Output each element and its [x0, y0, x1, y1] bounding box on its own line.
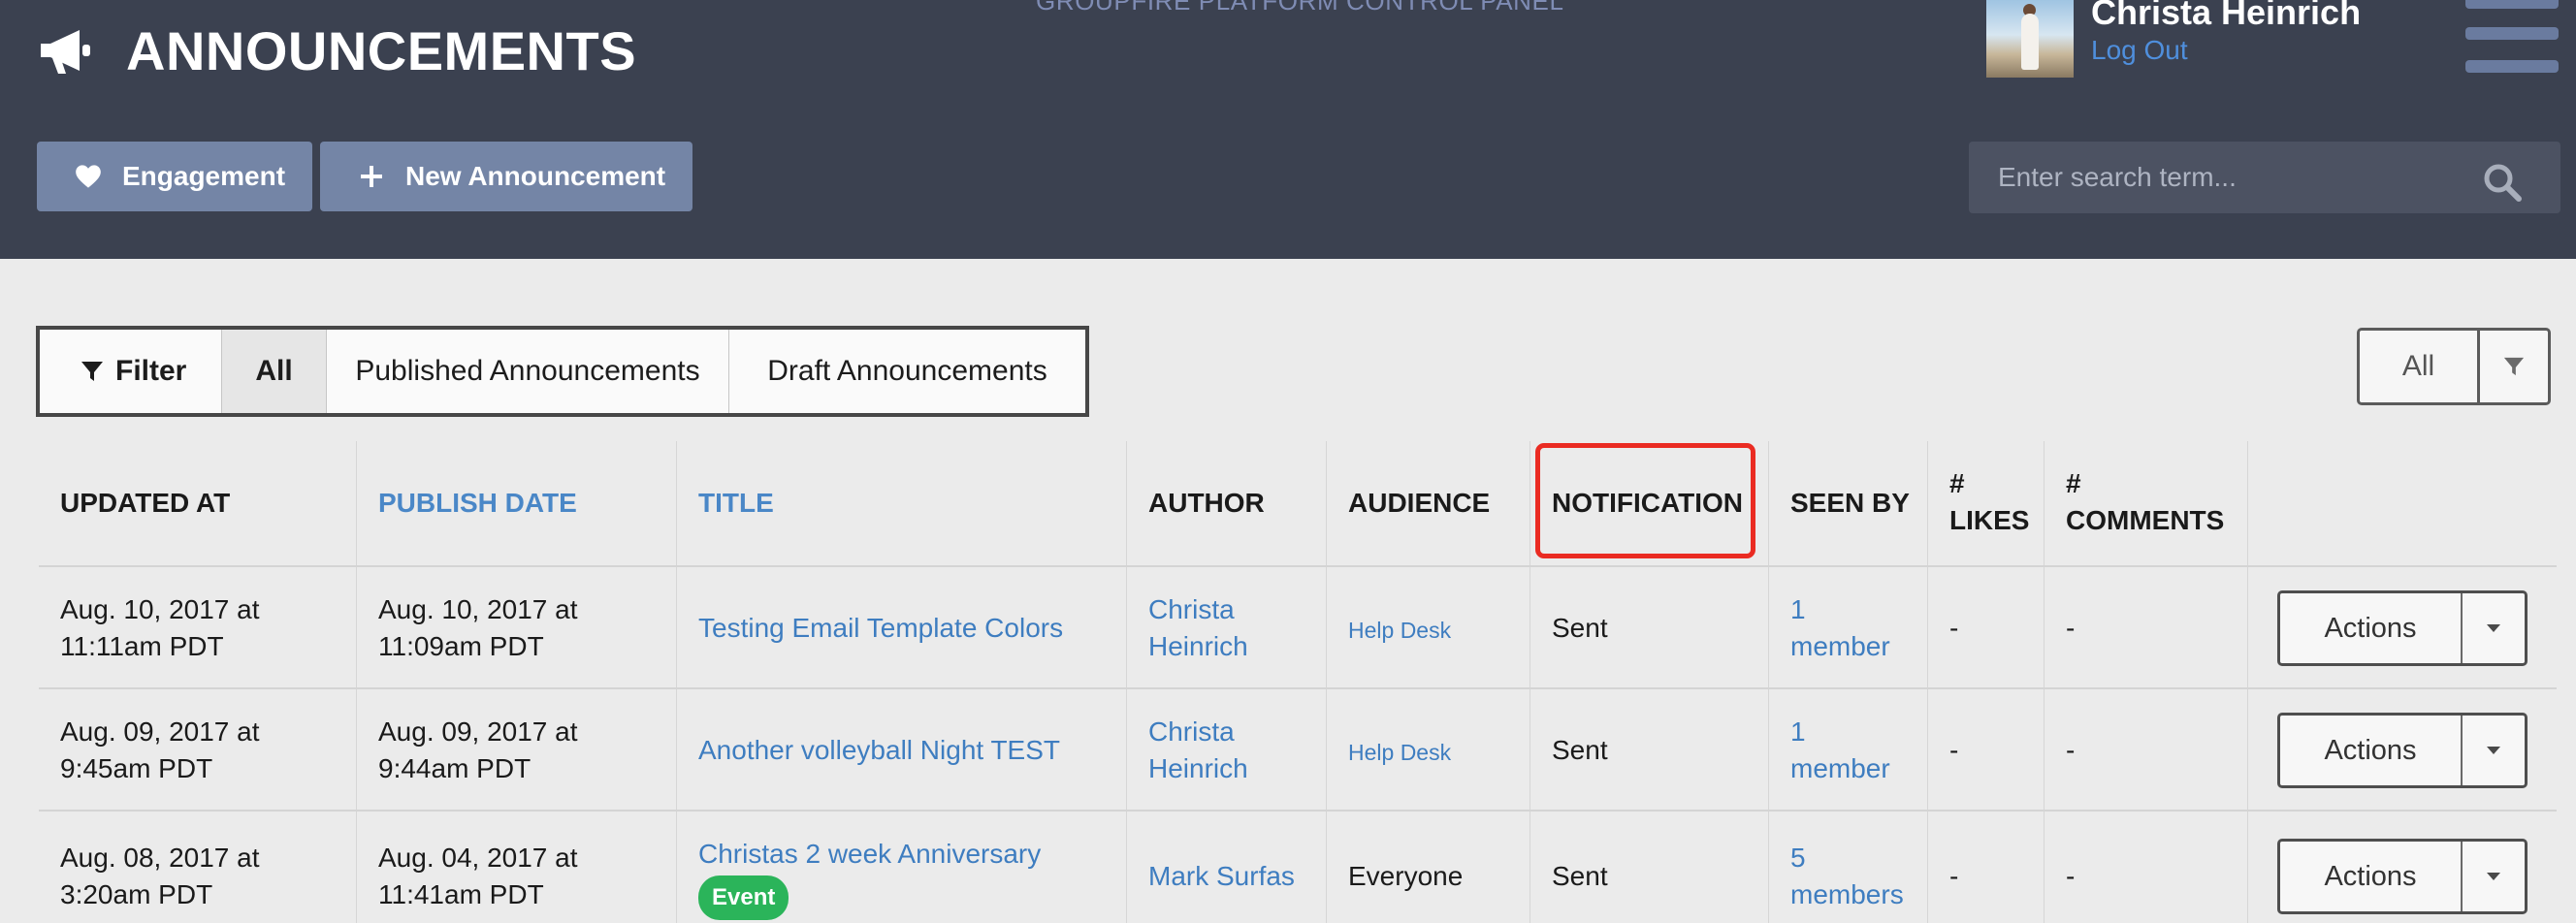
author-link-line2[interactable]: Heinrich — [1148, 628, 1248, 665]
user-name: Christa Heinrich — [2091, 0, 2362, 32]
column-header-publish-date[interactable]: PUBLISH DATE — [378, 485, 577, 522]
column-header-seen-by: SEEN BY — [1790, 488, 1910, 518]
column-header-comments-hash: # — [2066, 468, 2081, 498]
likes-count: - — [1949, 613, 1959, 643]
seen-by-unit[interactable]: members — [1790, 876, 1904, 913]
heart-icon — [74, 162, 103, 191]
audience-link[interactable]: Help Desk — [1348, 612, 1451, 649]
publish-date-line1: Aug. 09, 2017 at — [378, 716, 578, 747]
actions-dropdown: Actions — [2277, 713, 2528, 788]
caret-down-icon — [2487, 624, 2500, 632]
column-header-likes-hash: # — [1949, 468, 1965, 498]
engagement-button-label: Engagement — [122, 161, 286, 191]
filter-tab-draft[interactable]: Draft Announcements — [729, 330, 1085, 413]
caret-down-icon — [2487, 873, 2500, 880]
announcement-title-link[interactable]: Christas 2 week Anniversary — [698, 836, 1041, 873]
avatar[interactable] — [1986, 0, 2074, 78]
platform-label: GROUPFIRE PLATFORM CONTROL PANEL — [1036, 0, 1564, 16]
actions-caret-button[interactable] — [2463, 842, 2525, 911]
publish-date-line2: 9:44am PDT — [378, 753, 531, 783]
notification-status: Sent — [1552, 735, 1608, 765]
seen-by-count[interactable]: 5 — [1790, 840, 1806, 876]
search-icon[interactable] — [2483, 163, 2522, 202]
table-row: Aug. 08, 2017 at 3:20am PDT Aug. 04, 201… — [39, 812, 2557, 923]
filter-label: Filter — [115, 355, 187, 387]
event-badge: Event — [698, 875, 789, 920]
engagement-button[interactable]: Engagement — [37, 142, 312, 211]
column-filter-dropdown: All — [2357, 328, 2551, 405]
author-link[interactable]: Christa — [1148, 591, 1235, 628]
new-announcement-button[interactable]: New Announcement — [320, 142, 692, 211]
updated-at-line1: Aug. 10, 2017 at — [60, 594, 260, 624]
likes-count: - — [1949, 735, 1959, 765]
author-link[interactable]: Mark Surfas — [1148, 858, 1295, 895]
publish-date-line1: Aug. 10, 2017 at — [378, 594, 578, 624]
header-bar: ANNOUNCEMENTS GROUPFIRE PLATFORM CONTROL… — [0, 0, 2576, 259]
publish-date-line1: Aug. 04, 2017 at — [378, 843, 578, 873]
publish-date-line2: 11:09am PDT — [378, 631, 544, 661]
updated-at-line2: 9:45am PDT — [60, 753, 213, 783]
column-header-likes: LIKES — [1949, 505, 2030, 535]
filter-bar: Filter All Published Announcements Draft… — [36, 326, 1089, 417]
audience-text: Everyone — [1348, 861, 1464, 891]
column-header-updated-at: UPDATED AT — [60, 488, 231, 518]
caret-down-icon — [2487, 747, 2500, 754]
seen-by-count[interactable]: 1 — [1790, 591, 1806, 628]
updated-at-line1: Aug. 08, 2017 at — [60, 843, 260, 873]
actions-button[interactable]: Actions — [2280, 716, 2463, 785]
page-title-text: ANNOUNCEMENTS — [126, 20, 637, 81]
notification-status: Sent — [1552, 861, 1608, 891]
page-title: ANNOUNCEMENTS — [37, 19, 636, 82]
likes-count: - — [1949, 861, 1959, 891]
updated-at-line1: Aug. 09, 2017 at — [60, 716, 260, 747]
column-header-audience: AUDIENCE — [1348, 488, 1491, 518]
column-filter-button[interactable] — [2480, 331, 2548, 402]
comments-count: - — [2066, 861, 2076, 891]
logout-link[interactable]: Log Out — [2091, 35, 2361, 66]
filter-tab-published[interactable]: Published Announcements — [327, 330, 729, 413]
seen-by-unit[interactable]: member — [1790, 628, 1890, 665]
updated-at-line2: 3:20am PDT — [60, 879, 213, 909]
audience-link[interactable]: Help Desk — [1348, 734, 1451, 771]
funnel-icon — [81, 362, 103, 381]
notification-status: Sent — [1552, 613, 1608, 643]
author-link[interactable]: Christa — [1148, 714, 1235, 750]
search-box — [1969, 142, 2560, 213]
publish-date-line2: 11:41am PDT — [378, 879, 544, 909]
column-header-comments: COMMENTS — [2066, 505, 2225, 535]
funnel-icon — [2503, 357, 2525, 376]
hamburger-menu-icon[interactable] — [2465, 0, 2559, 78]
announcement-title-link[interactable]: Another volleyball Night TEST — [698, 732, 1060, 769]
announcements-table: UPDATED AT PUBLISH DATE TITLE AUTHOR AUD… — [39, 441, 2557, 923]
actions-dropdown: Actions — [2277, 839, 2528, 914]
column-header-title[interactable]: TITLE — [698, 485, 774, 522]
seen-by-unit[interactable]: member — [1790, 750, 1890, 787]
actions-dropdown: Actions — [2277, 590, 2528, 666]
user-block: Christa Heinrich Log Out — [1986, 0, 2361, 78]
filter-button[interactable]: Filter — [40, 330, 222, 413]
comments-count: - — [2066, 613, 2076, 643]
new-announcement-button-label: New Announcement — [405, 161, 666, 191]
actions-caret-button[interactable] — [2463, 593, 2525, 663]
notification-highlight-box — [1535, 443, 1755, 558]
announcement-title-link[interactable]: Testing Email Template Colors — [698, 610, 1063, 647]
megaphone-icon — [41, 29, 90, 74]
actions-button[interactable]: Actions — [2280, 593, 2463, 663]
updated-at-line2: 11:11am PDT — [60, 631, 224, 661]
search-input[interactable] — [1969, 142, 2493, 213]
column-header-author: AUTHOR — [1148, 488, 1265, 518]
seen-by-count[interactable]: 1 — [1790, 714, 1806, 750]
filter-tab-all[interactable]: All — [222, 330, 327, 413]
author-link-line2[interactable]: Heinrich — [1148, 750, 1248, 787]
comments-count: - — [2066, 735, 2076, 765]
column-filter-select[interactable]: All — [2360, 331, 2480, 402]
actions-caret-button[interactable] — [2463, 716, 2525, 785]
plus-icon — [357, 162, 386, 191]
table-header-row: UPDATED AT PUBLISH DATE TITLE AUTHOR AUD… — [39, 441, 2557, 567]
actions-button[interactable]: Actions — [2280, 842, 2463, 911]
table-row: Aug. 09, 2017 at 9:45am PDT Aug. 09, 201… — [39, 689, 2557, 812]
user-info: Christa Heinrich Log Out — [2091, 0, 2361, 78]
table-row: Aug. 10, 2017 at 11:11am PDT Aug. 10, 20… — [39, 567, 2557, 689]
